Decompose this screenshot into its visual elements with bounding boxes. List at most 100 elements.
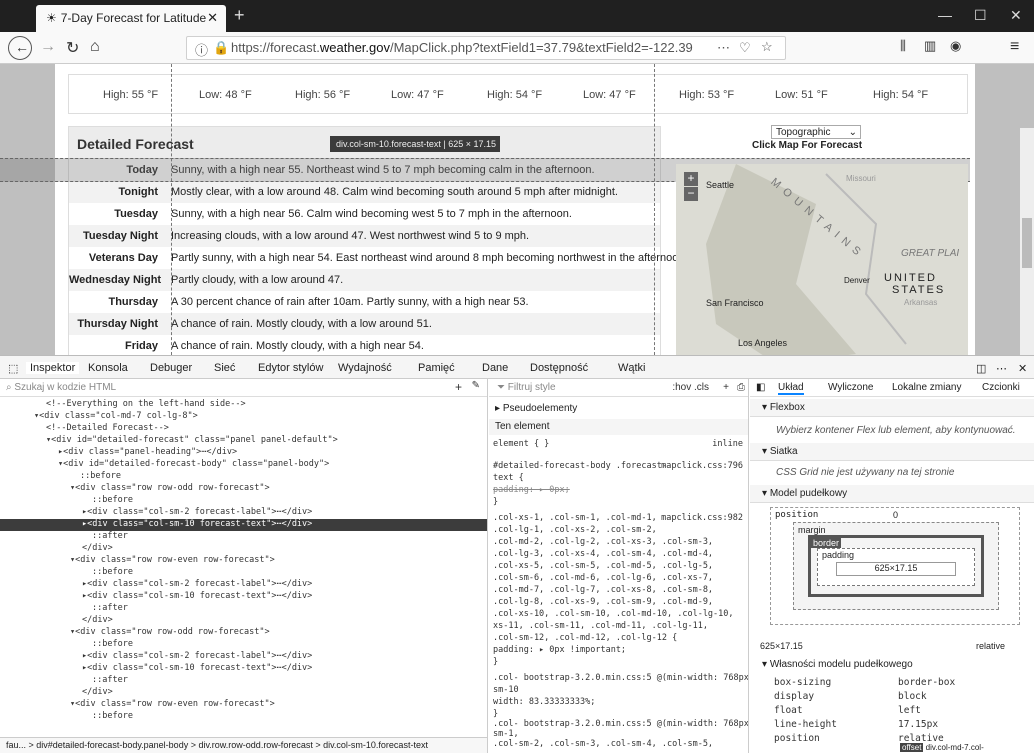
rule-line[interactable]: .col-xs-10, .col-sm-10, .col-md-10, .col…	[493, 609, 745, 619]
rule-line[interactable]: .col-lg-8, .col-xs-9, .col-sm-9, .col-md…	[493, 597, 745, 607]
prop-value[interactable]: block	[898, 691, 927, 702]
html-line[interactable]: ::after	[0, 675, 487, 687]
prop-value[interactable]: border-box	[898, 677, 955, 688]
reload-icon[interactable]: ↻	[66, 38, 79, 58]
tab-accessibility[interactable]: Dostępność	[530, 362, 588, 374]
html-line[interactable]: ▾<div class="row row-odd row-forecast">	[0, 627, 487, 639]
filter-styles-input[interactable]: ⏷ Filtruj style:hov .cls + ⎙	[489, 379, 748, 397]
rule-line[interactable]: .col-sm-2, .col-sm-3, .col-sm-4, .col-sm…	[493, 739, 745, 749]
account-icon[interactable]: ◉	[950, 38, 961, 54]
minimize-icon[interactable]: —	[938, 7, 952, 23]
library-icon[interactable]: ⫼	[900, 38, 906, 54]
html-line[interactable]: ▸<div class="col-sm-10 forecast-text">⋯<…	[0, 591, 487, 603]
html-line[interactable]: ▸<div class="panel-heading">⋯</div>	[0, 447, 487, 459]
rule-line[interactable]: text {	[493, 473, 745, 483]
html-line[interactable]: ▾<div class="row row-odd row-forecast">	[0, 483, 487, 495]
html-line[interactable]: <!--Detailed Forecast-->	[0, 423, 487, 435]
back-icon[interactable]: ←	[8, 36, 32, 60]
close-tab-icon[interactable]: ✕	[207, 10, 218, 26]
tab-layout[interactable]: Układ	[778, 382, 804, 395]
prop-value[interactable]: left	[898, 705, 921, 716]
rule-line[interactable]: padding: ▸ 0px;	[493, 485, 745, 495]
rule-line[interactable]: .col-sm-6, .col-md-6, .col-lg-6, .col-xs…	[493, 573, 745, 583]
tab-performance[interactable]: Wydajność	[338, 362, 392, 374]
html-line[interactable]: ▸<div class="col-sm-10 forecast-text">⋯<…	[0, 663, 487, 675]
home-icon[interactable]: ⌂	[90, 38, 100, 56]
rule-line[interactable]: width: 83.33333333%;	[493, 697, 745, 707]
info-icon[interactable]: ⓘ	[195, 40, 208, 59]
tab-storage[interactable]: Dane	[482, 362, 508, 374]
maximize-icon[interactable]: ☐	[974, 7, 987, 24]
html-line[interactable]: ▸<div class="col-sm-2 forecast-label">⋯<…	[0, 579, 487, 591]
pick-element-icon[interactable]: ⬚	[8, 362, 18, 375]
box-model-section[interactable]: ▾ Model pudełkowy	[750, 485, 1034, 503]
rule-line[interactable]: .col-sm-12, .col-md-12, .col-lg-12 {	[493, 633, 745, 643]
map-type-select[interactable]: Topographic ⌄	[771, 125, 861, 139]
forecast-map[interactable]: + − Seattle MOUNTAINS Missouri GREAT PLA…	[676, 164, 968, 355]
html-line[interactable]: ::before	[0, 495, 487, 507]
rule-line[interactable]: .col-lg-3, .col-xs-4, .col-sm-4, .col-md…	[493, 549, 745, 559]
pocket-icon[interactable]: ♡	[739, 40, 751, 56]
options-icon[interactable]: ⋯	[996, 362, 1007, 375]
box-props-title[interactable]: ▾ Własności modelu pudełkowego	[762, 659, 913, 670]
rule-line[interactable]: .col- bootstrap-3.2.0.min.css:5 @(min-wi…	[493, 719, 748, 729]
browser-tab[interactable]: ☀7-Day Forecast for Latitude 37.7 ✕	[36, 5, 226, 32]
html-line[interactable]: <!--Everything on the left-hand side-->	[0, 399, 487, 411]
html-line[interactable]: ▾<div class="col-md-7 col-lg-8">	[0, 411, 487, 423]
rule-line[interactable]: sm-1,	[493, 729, 745, 739]
html-line[interactable]: ▾<div id="detailed-forecast" class="pane…	[0, 435, 487, 447]
rule-line[interactable]: #detailed-forecast-body .forecast-mapcli…	[493, 461, 745, 471]
html-line[interactable]: </div>	[0, 615, 487, 627]
tab-memory[interactable]: Pamięć	[418, 362, 455, 374]
tab-console[interactable]: Konsola	[88, 362, 128, 374]
grid-section[interactable]: ▾ Siatka	[750, 443, 1034, 461]
sidebar-icon[interactable]: ▥	[924, 38, 936, 54]
rule-line[interactable]: padding: ▸ 0px !important;	[493, 645, 745, 655]
rule-line[interactable]: sm-10	[493, 685, 745, 695]
rule-line[interactable]: .col-md-2, .col-lg-2, .col-xs-3, .col-sm…	[493, 537, 745, 547]
tab-inspector[interactable]: Inspektor	[26, 362, 80, 374]
html-line[interactable]: </div>	[0, 543, 487, 555]
bookmark-star-icon[interactable]: ☆	[761, 39, 773, 55]
more-icon[interactable]: ⋯	[717, 40, 730, 56]
menu-icon[interactable]: ≡	[1010, 38, 1019, 56]
offset-parent[interactable]: offset div.col-md-7.col-	[900, 743, 984, 752]
url-bar[interactable]: ⓘ 🔒 https://forecast.weather.gov/MapClic…	[186, 36, 786, 60]
html-line[interactable]: ::before	[0, 639, 487, 651]
scrollbar-thumb[interactable]	[1022, 218, 1032, 268]
html-line[interactable]: ▸<div class="col-sm-2 forecast-label">⋯<…	[0, 507, 487, 519]
rule-line[interactable]: .col-xs-5, .col-sm-5, .col-md-5, .col-lg…	[493, 561, 745, 571]
html-line[interactable]: </div>	[0, 687, 487, 699]
rule-line[interactable]: element { } inline	[493, 439, 745, 449]
html-line[interactable]: ::before	[0, 471, 487, 483]
html-search[interactable]: ⌕ Szukaj w kodzie HTML + ✎	[0, 379, 487, 397]
html-line[interactable]: ::after	[0, 531, 487, 543]
html-line[interactable]: ▾<div class="row row-even row-forecast">	[0, 699, 487, 711]
tab-changes[interactable]: Lokalne zmiany	[892, 382, 961, 393]
html-line-selected[interactable]: ▸<div class="col-sm-10 forecast-text">⋯<…	[0, 519, 487, 531]
rule-line[interactable]: .col-xs-1, .col-sm-1, .col-md-1, mapclick…	[493, 513, 745, 523]
html-line[interactable]: ::before	[0, 711, 487, 723]
html-line[interactable]: ▸<div class="col-sm-2 forecast-label">⋯<…	[0, 651, 487, 663]
toggle-sidebar-icon[interactable]: ◧	[756, 382, 765, 393]
print-icon[interactable]: ⎙	[737, 382, 745, 393]
close-devtools-icon[interactable]: ✕	[1018, 362, 1027, 375]
tab-computed[interactable]: Wyliczone	[828, 382, 873, 393]
close-window-icon[interactable]: ✕	[1010, 7, 1022, 24]
prop-value[interactable]: 17.15px	[898, 719, 938, 730]
tab-debugger[interactable]: Debuger	[150, 362, 192, 374]
rule-line[interactable]: .col- bootstrap-3.2.0.min.css:5 @(min-wi…	[493, 673, 748, 683]
tab-threads[interactable]: Wątki	[618, 362, 646, 374]
rule-line[interactable]: .col-md-7, .col-lg-7, .col-xs-8, .col-sm…	[493, 585, 745, 595]
html-line[interactable]: ::after	[0, 603, 487, 615]
add-rule-icon[interactable]: +	[723, 382, 729, 393]
flexbox-section[interactable]: ▾ Flexbox	[750, 399, 1034, 417]
pseudo-elements-toggle[interactable]: ▸ Pseudoelementy	[495, 403, 577, 414]
new-tab-icon[interactable]: +	[234, 5, 245, 26]
tab-network[interactable]: Sieć	[214, 362, 235, 374]
html-line[interactable]: ▾<div id="detailed-forecast-body" class=…	[0, 459, 487, 471]
tab-style-editor[interactable]: Edytor stylów	[258, 362, 323, 374]
page-scrollbar[interactable]	[1020, 128, 1034, 355]
html-line[interactable]: ▾<div class="row row-even row-forecast">	[0, 555, 487, 567]
add-node-icon[interactable]: +	[455, 380, 462, 394]
